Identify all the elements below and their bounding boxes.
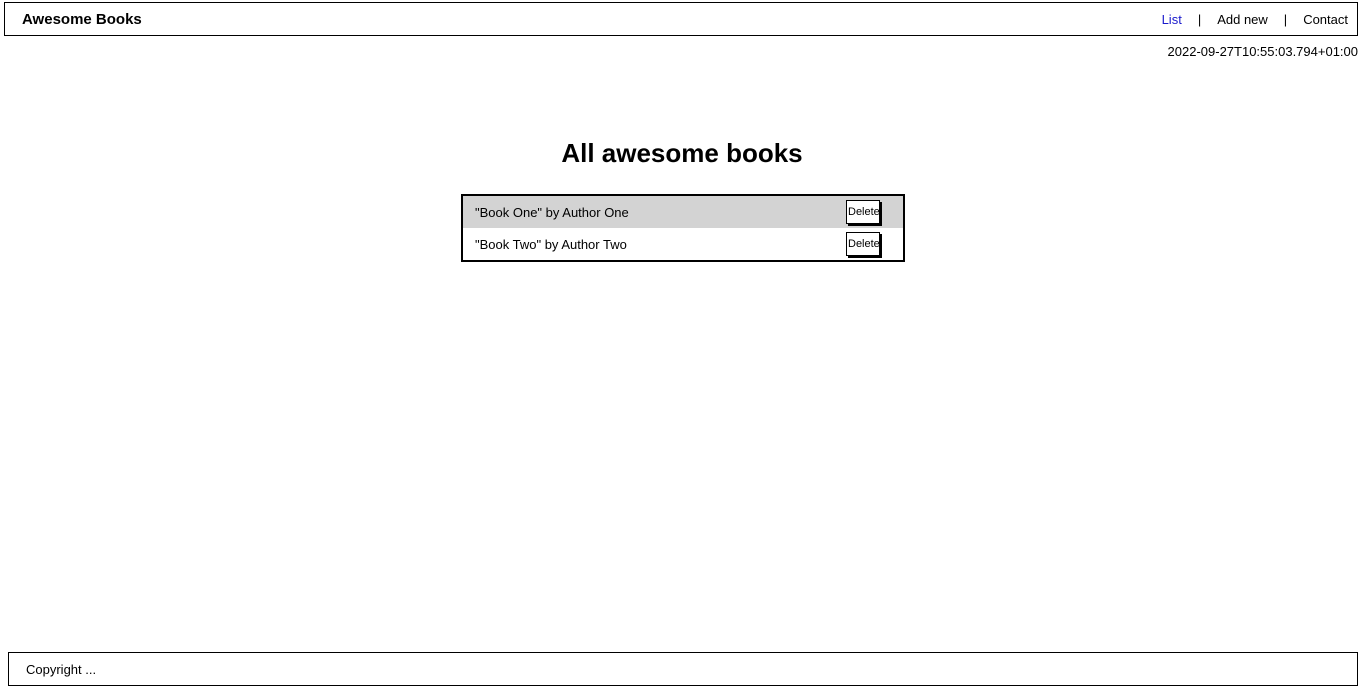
- book-title-author: "Book One" by Author One: [475, 204, 629, 220]
- book-title-author: "Book Two" by Author Two: [475, 236, 627, 252]
- brand-title: Awesome Books: [22, 10, 142, 28]
- book-row: "Book One" by Author One Delete: [463, 196, 903, 228]
- nav-separator: |: [1283, 11, 1288, 27]
- delete-button[interactable]: Delete: [846, 232, 880, 256]
- nav-link-contact[interactable]: Contact: [1303, 12, 1348, 27]
- nav-link-list[interactable]: List: [1162, 12, 1182, 27]
- page-title: All awesome books: [561, 138, 803, 168]
- delete-button[interactable]: Delete: [846, 200, 880, 224]
- footer: Copyright ...: [8, 652, 1358, 686]
- book-row: "Book Two" by Author Two Delete: [463, 228, 903, 260]
- current-datetime: 2022-09-27T10:55:03.794+01:00: [1167, 44, 1358, 59]
- page: Awesome Books List | Add new | Contact 2…: [0, 0, 1364, 694]
- nav-links: List | Add new | Contact: [1162, 12, 1348, 27]
- copyright-text: Copyright ...: [26, 661, 97, 677]
- book-list: "Book One" by Author One Delete "Book Tw…: [461, 194, 905, 262]
- nav-separator: |: [1197, 11, 1202, 27]
- nav-link-add-new[interactable]: Add new: [1217, 12, 1268, 27]
- navbar: Awesome Books List | Add new | Contact: [4, 2, 1358, 36]
